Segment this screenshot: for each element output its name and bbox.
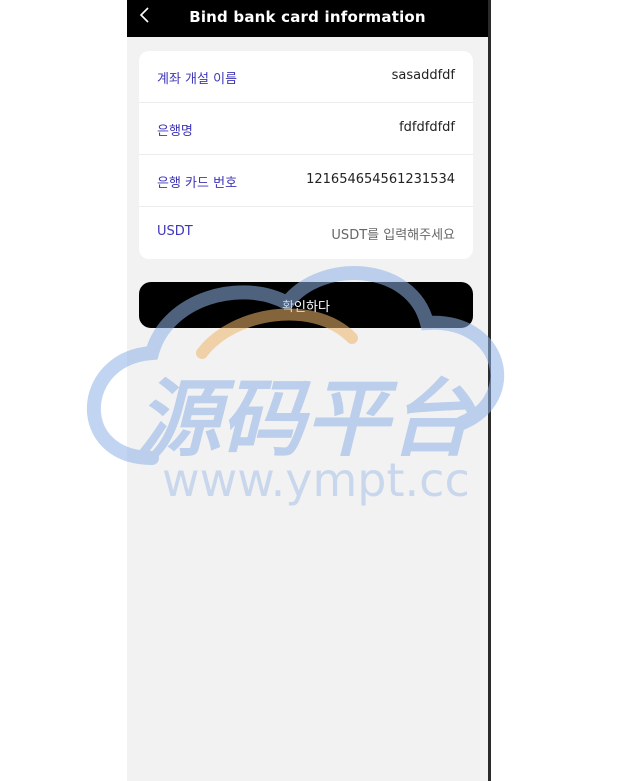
phone-screen: Bind bank card information 계좌 개설 이름 sasa… — [127, 0, 488, 781]
confirm-button[interactable]: 확인하다 — [139, 282, 473, 328]
usdt-input[interactable]: USDT를 입력해주세요 — [331, 224, 455, 243]
usdt-label: USDT — [157, 224, 193, 239]
bank-name-value[interactable]: fdfdfdfdf — [399, 120, 455, 135]
bank-info-card: 계좌 개설 이름 sasaddfdf 은행명 fdfdfdfdf 은행 카드 번… — [139, 51, 473, 259]
bank-name-label: 은행명 — [157, 124, 193, 139]
account-name-label: 계좌 개설 이름 — [157, 72, 238, 87]
account-name-row[interactable]: 계좌 개설 이름 sasaddfdf — [139, 51, 473, 103]
frame-edge — [488, 0, 491, 781]
card-number-row[interactable]: 은행 카드 번호 121654654561231534 — [139, 155, 473, 207]
header-bar: Bind bank card information — [127, 0, 488, 37]
account-name-value[interactable]: sasaddfdf — [392, 68, 455, 83]
page-title: Bind bank card information — [189, 8, 426, 26]
card-number-label: 은행 카드 번호 — [157, 176, 238, 191]
usdt-row[interactable]: USDT USDT를 입력해주세요 — [139, 207, 473, 259]
card-number-value[interactable]: 121654654561231534 — [306, 172, 455, 187]
bank-name-row[interactable]: 은행명 fdfdfdfdf — [139, 103, 473, 155]
